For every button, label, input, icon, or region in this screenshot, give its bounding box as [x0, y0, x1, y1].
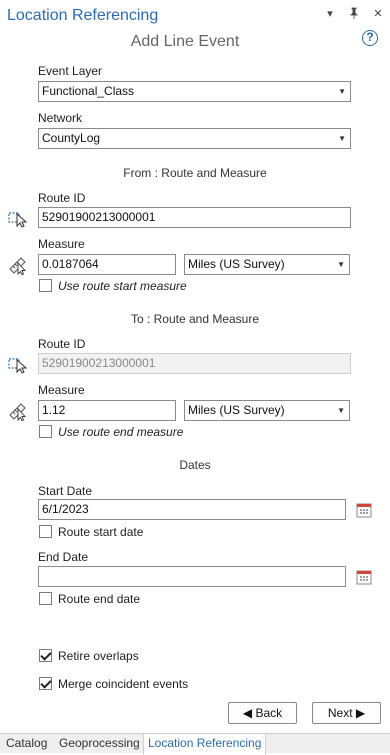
titlebar-icons: ▾ ✕: [324, 7, 384, 22]
help-icon[interactable]: ?: [362, 30, 378, 46]
pane-title: Location Referencing: [7, 7, 159, 24]
tool-subtitle: Add Line Event: [130, 33, 240, 50]
event-layer-dropdown[interactable]: Functional_Class ▼: [38, 81, 351, 102]
to-measure-label: Measure: [38, 383, 85, 397]
merge-coincident-events-checkbox[interactable]: [39, 677, 52, 690]
retire-overlaps-checkbox[interactable]: [39, 649, 52, 662]
event-layer-value: Functional_Class: [42, 84, 135, 98]
from-measure-input[interactable]: 0.0187064: [38, 254, 176, 275]
pane-titlebar: Location Referencing ▾ ✕: [0, 0, 390, 34]
to-units-value: Miles (US Survey): [188, 403, 285, 417]
tab-geoprocessing[interactable]: Geoprocessing: [55, 734, 144, 754]
use-route-start-measure-label: Use route start measure: [58, 279, 187, 293]
from-route-id-input[interactable]: 52901900213000001: [38, 207, 351, 228]
back-button[interactable]: ◀ Back: [228, 702, 297, 724]
next-button[interactable]: Next ▶: [312, 702, 381, 724]
event-layer-label: Event Layer: [38, 64, 103, 78]
from-route-id-label: Route ID: [38, 191, 86, 205]
route-end-date-label: Route end date: [58, 592, 141, 606]
network-dropdown[interactable]: CountyLog ▼: [38, 128, 351, 149]
use-route-end-measure-checkbox[interactable]: [39, 425, 52, 438]
dropdown-arrow-icon: ▼: [338, 134, 346, 143]
select-route-tool-icon[interactable]: [7, 207, 29, 229]
from-section-header: From : Route and Measure: [123, 166, 267, 180]
chevron-down-icon[interactable]: ▾: [324, 7, 336, 22]
network-label: Network: [38, 111, 83, 125]
close-icon[interactable]: ✕: [372, 7, 384, 22]
from-measure-label: Measure: [38, 237, 85, 251]
pick-measure-tool-icon[interactable]: [7, 253, 29, 275]
from-units-dropdown[interactable]: Miles (US Survey) ▼: [184, 254, 350, 275]
route-end-date-checkbox[interactable]: [39, 592, 52, 605]
calendar-icon[interactable]: [356, 502, 372, 518]
route-start-date-label: Route start date: [58, 525, 144, 539]
to-measure-input[interactable]: 1.12: [38, 400, 176, 421]
start-date-input[interactable]: 6/1/2023: [38, 499, 346, 520]
to-route-id-label: Route ID: [38, 337, 86, 351]
to-route-id-input: 52901900213000001: [38, 353, 351, 374]
network-value: CountyLog: [42, 131, 101, 145]
tab-location-referencing[interactable]: Location Referencing: [143, 734, 267, 755]
pin-icon[interactable]: [348, 7, 360, 22]
calendar-icon[interactable]: [356, 569, 372, 585]
select-route-tool-icon[interactable]: [7, 353, 29, 375]
pane-tab-strip: Catalog Geoprocessing Location Referenci…: [0, 733, 390, 755]
dates-section-header: Dates: [179, 458, 211, 472]
end-date-label: End Date: [38, 550, 89, 564]
dropdown-arrow-icon: ▼: [337, 260, 345, 269]
use-route-start-measure-checkbox[interactable]: [39, 279, 52, 292]
use-route-end-measure-label: Use route end measure: [58, 425, 184, 439]
retire-overlaps-label: Retire overlaps: [58, 649, 139, 663]
pick-measure-tool-icon[interactable]: [7, 399, 29, 421]
merge-coincident-events-label: Merge coincident events: [58, 677, 189, 691]
start-date-label: Start Date: [38, 484, 93, 498]
from-units-value: Miles (US Survey): [188, 257, 285, 271]
route-start-date-checkbox[interactable]: [39, 525, 52, 538]
dropdown-arrow-icon: ▼: [337, 406, 345, 415]
to-section-header: To : Route and Measure: [130, 312, 260, 326]
end-date-input[interactable]: [38, 566, 346, 587]
dropdown-arrow-icon: ▼: [338, 87, 346, 96]
tab-catalog[interactable]: Catalog: [2, 734, 51, 754]
to-units-dropdown[interactable]: Miles (US Survey) ▼: [184, 400, 350, 421]
